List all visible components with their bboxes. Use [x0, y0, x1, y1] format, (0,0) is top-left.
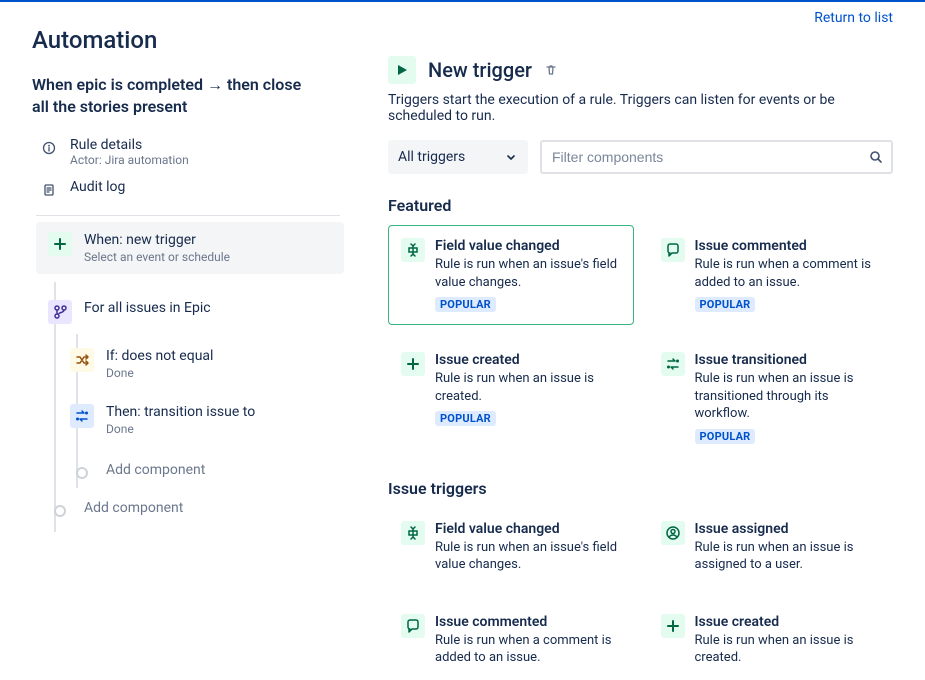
trash-icon[interactable] [544, 63, 558, 77]
node-title: Then: transition issue to [106, 404, 255, 420]
return-to-list-link[interactable]: Return to list [814, 10, 893, 26]
card-description: Rule is run when an issue is transitione… [695, 370, 881, 423]
trigger-card[interactable]: Issue commented Rule is run when a commen… [648, 225, 894, 325]
transition-icon [70, 404, 94, 428]
node-subtitle: Select an event or schedule [84, 250, 230, 264]
trigger-card[interactable]: Issue transitioned Rule is run when an is… [648, 339, 894, 457]
field-change-icon [401, 238, 425, 262]
card-title: Issue assigned [695, 521, 881, 537]
card-description: Rule is run when an issue's field value … [435, 539, 621, 574]
card-title: Issue commented [435, 614, 621, 630]
popular-badge: POPULAR [435, 411, 496, 426]
page-title: Automation [32, 26, 157, 54]
select-value: All triggers [398, 149, 465, 165]
card-title: Issue commented [695, 238, 881, 254]
card-description: Rule is run when an issue is created. [435, 370, 621, 405]
section-issue-triggers-heading: Issue triggers [388, 479, 893, 498]
document-icon [40, 181, 58, 199]
trigger-card[interactable]: Issue assigned Rule is run when an issue … [648, 508, 894, 587]
popular-badge: POPULAR [695, 297, 756, 312]
popular-badge: POPULAR [435, 297, 496, 312]
tree-node-trigger[interactable]: When: new trigger Select an event or sch… [36, 222, 344, 274]
trigger-category-select[interactable]: All triggers [388, 140, 528, 174]
node-subtitle: Done [106, 366, 213, 380]
add-component-label: Add component [84, 494, 183, 522]
audit-log-row[interactable]: Audit log [32, 175, 344, 207]
user-icon [661, 521, 685, 545]
card-description: Rule is run when an issue's field value … [435, 256, 621, 291]
circle-icon [76, 467, 88, 479]
tree-node-condition[interactable]: If: does not equal Done [58, 334, 344, 390]
rule-details-label: Rule details [70, 137, 189, 153]
panel-title: New trigger [428, 58, 532, 82]
node-subtitle: Done [106, 422, 255, 436]
trigger-card[interactable]: Issue created Rule is run when an issue i… [648, 601, 894, 680]
comment-icon [661, 238, 685, 262]
node-title: For all issues in Epic [84, 300, 211, 316]
tree-node-branch[interactable]: For all issues in Epic [36, 282, 344, 334]
add-component-label: Add component [106, 456, 205, 484]
plus-icon [661, 614, 685, 638]
card-title: Issue created [695, 614, 881, 630]
rule-name: When epic is completed → then close all … [32, 74, 322, 117]
trigger-card[interactable]: Issue commented Rule is run when a commen… [388, 601, 634, 680]
card-title: Issue transitioned [695, 352, 881, 368]
rule-actor-label: Actor: Jira automation [70, 153, 189, 167]
circle-icon [54, 505, 66, 517]
add-component-inner[interactable]: Add component [58, 446, 344, 488]
field-change-icon [401, 521, 425, 545]
audit-log-label: Audit log [70, 179, 125, 195]
info-icon [40, 139, 58, 157]
branch-icon [48, 300, 72, 324]
trigger-card[interactable]: Field value changed Rule is run when an i… [388, 225, 634, 325]
panel-description: Triggers start the execution of a rule. … [388, 92, 893, 124]
rule-details-row[interactable]: Rule details Actor: Jira automation [32, 133, 344, 175]
plus-icon [48, 232, 72, 256]
section-featured-heading: Featured [388, 196, 893, 215]
node-title: If: does not equal [106, 348, 213, 364]
node-title: When: new trigger [84, 232, 230, 248]
search-input[interactable] [540, 140, 893, 174]
add-component-outer[interactable]: Add component [36, 488, 344, 532]
comment-icon [401, 614, 425, 638]
tree-node-action[interactable]: Then: transition issue to Done [58, 390, 344, 446]
card-title: Field value changed [435, 521, 621, 537]
transition-icon [661, 352, 685, 376]
divider [36, 215, 340, 216]
card-description: Rule is run when a comment is added to a… [695, 256, 881, 291]
plus-icon [401, 352, 425, 376]
card-description: Rule is run when an issue is created. [695, 632, 881, 667]
chevron-down-icon [504, 150, 518, 164]
search-icon [869, 150, 883, 164]
card-title: Field value changed [435, 238, 621, 254]
trigger-card[interactable]: Field value changed Rule is run when an i… [388, 508, 634, 587]
card-description: Rule is run when an issue is assigned to… [695, 539, 881, 574]
card-description: Rule is run when a comment is added to a… [435, 632, 621, 667]
play-icon [388, 56, 416, 84]
trigger-card[interactable]: Issue created Rule is run when an issue i… [388, 339, 634, 457]
popular-badge: POPULAR [695, 429, 756, 444]
shuffle-icon [70, 348, 94, 372]
card-title: Issue created [435, 352, 621, 368]
